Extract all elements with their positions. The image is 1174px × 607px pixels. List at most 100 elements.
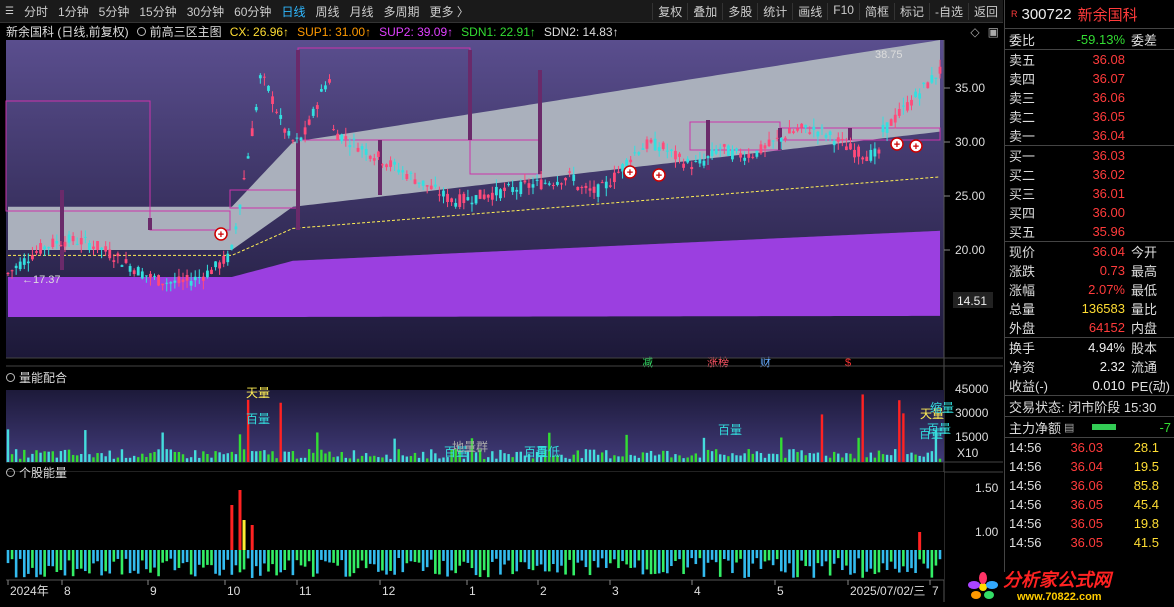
energy-bar <box>316 550 319 574</box>
toolbar-button[interactable]: 叠加 <box>687 2 722 20</box>
energy-bar <box>470 550 474 569</box>
volume-bar <box>202 451 205 462</box>
period-tab[interactable]: 更多 〉 <box>425 3 474 20</box>
candle-body <box>531 184 535 188</box>
energy-bar <box>153 550 156 568</box>
period-tab[interactable]: 周线 <box>310 3 344 20</box>
candle-body <box>783 137 787 140</box>
volume-bar <box>303 457 307 462</box>
period-tab[interactable]: 日线 <box>276 3 310 20</box>
candle-body <box>35 251 38 253</box>
order-row[interactable]: 买一 36.03 <box>1005 146 1174 165</box>
order-row[interactable]: 卖二 36.05 <box>1005 107 1174 126</box>
candle-body <box>258 75 262 79</box>
toolbar-button[interactable]: 复权 <box>652 2 687 20</box>
tick-list[interactable]: 14:56 36.03 28.1 14:56 36.04 19.5 14:56 36.06 85… <box>1005 438 1174 552</box>
energy-bar <box>291 550 295 576</box>
order-label: 卖三 <box>1009 91 1036 106</box>
candle-body <box>210 269 213 275</box>
energy-bar <box>320 550 323 560</box>
candle-body <box>100 247 104 250</box>
period-tab[interactable]: 60分钟 <box>229 3 276 20</box>
stat-value: 64152 <box>1088 320 1125 335</box>
volume-bar <box>914 454 917 462</box>
toolbar-button[interactable]: 返回 <box>967 2 1003 20</box>
period-tab[interactable]: 多周期 <box>378 3 424 20</box>
volume-bar <box>710 451 714 462</box>
order-row[interactable]: 卖五 36.08 <box>1005 50 1174 69</box>
diamond-icon[interactable]: ◇ <box>970 25 979 39</box>
candle-body <box>201 276 205 281</box>
volume-bar <box>645 452 649 462</box>
volume-bar <box>482 458 486 462</box>
order-row[interactable]: 买三 36.01 <box>1005 184 1174 203</box>
candle-body <box>922 82 926 85</box>
order-row[interactable]: 卖一 36.04 <box>1005 126 1174 145</box>
event-marker[interactable]: $ <box>845 357 851 369</box>
volume-bar <box>788 449 791 462</box>
energy-bar <box>104 550 107 572</box>
order-row[interactable]: 买二 36.02 <box>1005 165 1174 184</box>
toolbar-button[interactable]: 简框 <box>858 2 894 20</box>
toolbar-button[interactable]: 标记 <box>893 2 929 20</box>
candle-body <box>564 177 567 181</box>
volume-bar <box>499 449 502 462</box>
toolbar-button[interactable]: 多股 <box>722 2 757 20</box>
volume-bar <box>617 456 620 462</box>
order-row[interactable]: 买四 36.00 <box>1005 203 1174 222</box>
energy-bar <box>836 550 840 559</box>
energy-bar <box>295 550 299 561</box>
settings-circle-icon[interactable] <box>6 468 15 477</box>
event-marker[interactable]: 涨榜 <box>707 355 729 369</box>
toolbar-button[interactable]: 画线 <box>792 2 827 20</box>
volume-bar <box>31 453 34 462</box>
window-icon[interactable]: ▣ <box>988 25 999 39</box>
menu-icon[interactable]: ☰ <box>0 6 19 17</box>
volume-bar <box>601 452 604 462</box>
order-row[interactable]: 卖三 36.06 <box>1005 88 1174 107</box>
volume-bar <box>865 457 868 462</box>
list-icon[interactable]: ▤ <box>1064 421 1074 434</box>
tick-volume: 28.1 <box>1133 440 1159 455</box>
order-row[interactable]: 卖四 36.07 <box>1005 69 1174 88</box>
volume-bar <box>149 453 152 462</box>
volume-bar <box>141 453 144 462</box>
energy-bar <box>934 550 938 566</box>
period-tab[interactable]: 分时 <box>19 3 53 20</box>
net-inflow-row[interactable]: 主力净额 ▤ -7 <box>1005 417 1174 437</box>
tick-time: 14:56 <box>1009 440 1042 455</box>
order-row[interactable]: 买五 35.96 <box>1005 222 1174 241</box>
candle-body <box>385 164 388 168</box>
toolbar-button[interactable]: F10 <box>827 2 859 20</box>
volume-bar <box>218 452 221 462</box>
settings-circle-icon[interactable] <box>136 27 146 36</box>
period-tab[interactable]: 30分钟 <box>182 3 229 20</box>
volume-bar <box>291 451 295 462</box>
stat-label-right: 流通 <box>1131 360 1158 375</box>
chart-area[interactable]: + + + + +38.75 ←17.37 减涨榜财 $ 天量 百量 百量 百量 天量 百量 百量 百量 百低… <box>0 40 1003 602</box>
toolbar-button[interactable]: -自选 <box>928 2 968 20</box>
settings-circle-icon[interactable] <box>6 373 15 382</box>
energy-panel-title[interactable]: 个股能量 <box>6 464 67 481</box>
candle-body <box>861 157 865 160</box>
energy-bar <box>210 550 213 566</box>
candle-body <box>682 163 685 168</box>
stat-label-right: PE(动) <box>1131 379 1171 394</box>
date-label: 11 <box>299 584 312 598</box>
toolbar-button[interactable]: 统计 <box>757 2 792 20</box>
event-marker[interactable]: 财 <box>760 355 771 369</box>
candle-body <box>368 155 372 159</box>
candle-body <box>759 144 763 154</box>
volume-bar <box>80 453 83 462</box>
stat-row: 涨幅 2.07% 最低 <box>1005 280 1174 299</box>
energy-spike-bar <box>242 520 246 550</box>
period-tab[interactable]: 月线 <box>344 3 378 20</box>
volume-panel-title[interactable]: 量能配合 <box>6 369 67 386</box>
period-tab[interactable]: 5分钟 <box>94 3 135 20</box>
candle-body <box>442 190 445 197</box>
indicator-name[interactable]: 前高三区主图 <box>150 23 222 40</box>
energy-bar <box>751 550 755 564</box>
date-label: 9 <box>150 584 157 598</box>
period-tab[interactable]: 15分钟 <box>134 3 181 20</box>
period-tab[interactable]: 1分钟 <box>53 3 94 20</box>
